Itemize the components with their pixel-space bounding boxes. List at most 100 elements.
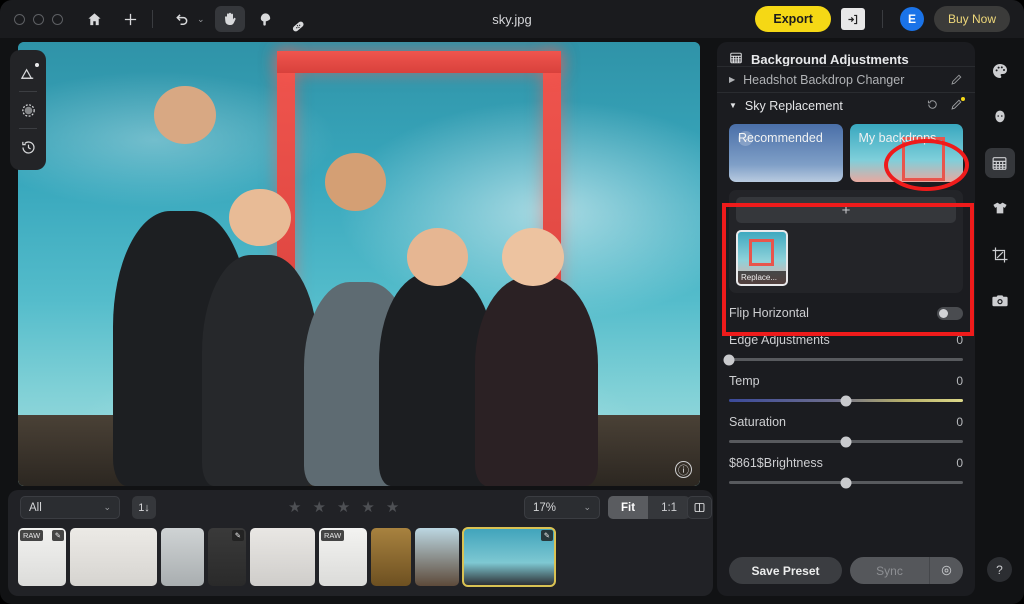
image-canvas[interactable]: ⓘ — [18, 42, 700, 486]
camera-icon[interactable] — [985, 286, 1015, 316]
undo-icon[interactable] — [166, 6, 196, 32]
filmstrip-thumbnail[interactable]: ✎ — [462, 527, 556, 587]
zoom-mode-toggle[interactable]: Fit 1:1 — [608, 496, 691, 519]
canvas-info-icon[interactable]: ⓘ — [675, 461, 692, 478]
rating-stars[interactable]: ★ ★ ★ ★ ★ — [288, 498, 399, 516]
crop-icon[interactable] — [985, 240, 1015, 270]
filmstrip-thumbnail[interactable]: RAW — [319, 528, 367, 586]
backdrop-category-cards: Recommended ⌄ My backdrops — [717, 118, 975, 182]
temp-slider[interactable] — [729, 395, 963, 406]
section-sky-replacement[interactable]: ▼ Sky Replacement — [717, 92, 975, 118]
bandage-icon[interactable] — [287, 6, 317, 32]
control-label: Edge Adjustments — [729, 333, 830, 347]
window-controls[interactable] — [0, 13, 63, 25]
person-5 — [474, 277, 598, 486]
category-my-backdrops[interactable]: My backdrops — [849, 124, 963, 182]
rail-divider-2 — [19, 128, 37, 129]
panel-footer: Save Preset Sync — [729, 557, 963, 584]
sort-order-button[interactable]: 1↓ — [132, 496, 156, 519]
section-headshot-backdrop-changer[interactable]: ▶ Headshot Backdrop Changer — [717, 66, 975, 92]
raw-badge: RAW — [20, 530, 44, 541]
frame-prop-top — [277, 50, 561, 74]
brush-icon[interactable] — [251, 6, 281, 32]
close-window-button[interactable] — [14, 13, 25, 25]
chevron-down-icon: ⌄ — [103, 502, 111, 512]
share-export-icon[interactable] — [840, 8, 865, 30]
compare-view-icon[interactable] — [687, 496, 712, 519]
pencil-icon[interactable] — [950, 96, 965, 114]
edge-adjustments-slider[interactable] — [723, 354, 963, 365]
filmstrip-thumbnail[interactable] — [161, 528, 204, 586]
category-recommended[interactable]: Recommended ⌄ — [729, 124, 843, 182]
background-icon[interactable] — [984, 148, 1015, 178]
filmstrip-thumbnails[interactable]: RAW ✎ ✎ RAW ✎ — [18, 526, 704, 588]
star-1[interactable]: ★ — [288, 498, 301, 516]
backdrop-thumbnail[interactable]: Replace... — [736, 230, 788, 286]
star-2[interactable]: ★ — [312, 498, 325, 516]
minimize-window-button[interactable] — [33, 13, 44, 25]
backdrop-items: Replace... — [736, 230, 956, 286]
add-backdrop-button[interactable]: + — [736, 197, 956, 223]
slider-knob[interactable] — [723, 354, 735, 365]
plus-icon[interactable] — [115, 6, 145, 32]
clothing-icon[interactable] — [985, 194, 1015, 224]
sync-button[interactable]: Sync — [850, 557, 929, 584]
canvas-tool-rail — [10, 50, 46, 170]
control-label: Temp — [729, 374, 760, 388]
control-label: Flip Horizontal — [729, 306, 809, 320]
star-3[interactable]: ★ — [337, 498, 350, 516]
brightness-slider[interactable] — [729, 477, 963, 488]
home-icon[interactable] — [79, 6, 109, 32]
mask-icon[interactable] — [13, 94, 43, 126]
zoom-level-select[interactable]: 17% ⌄ — [524, 496, 600, 519]
chevron-down-icon: ⌄ — [583, 502, 591, 512]
one-to-one-button[interactable]: 1:1 — [648, 496, 690, 519]
slider-knob[interactable] — [840, 436, 852, 447]
filmstrip-thumbnail[interactable]: ✎ — [208, 528, 246, 586]
control-label: Saturation — [729, 415, 786, 429]
sync-group: Sync — [850, 557, 963, 584]
person-4-head — [406, 228, 469, 287]
control-header: Flip Horizontal — [729, 306, 963, 320]
slider-knob[interactable] — [840, 395, 852, 406]
avatar[interactable]: E — [899, 7, 924, 31]
filmstrip-thumbnail[interactable]: RAW ✎ — [18, 528, 66, 586]
face-icon[interactable] — [985, 102, 1015, 132]
filmstrip-thumbnail[interactable] — [250, 528, 315, 586]
backdrop-thumbnail-label: Replace... — [738, 271, 786, 284]
filmstrip-controls: All ⌄ 1↓ ★ ★ ★ ★ ★ 17% ⌄ Fit 1:1 — [8, 496, 713, 524]
slider-knob[interactable] — [840, 477, 852, 488]
filmstrip-thumbnail[interactable] — [371, 528, 411, 586]
filmstrip-thumbnail[interactable] — [70, 528, 157, 586]
control-header: Saturation 0 — [729, 415, 963, 429]
fit-button[interactable]: Fit — [608, 496, 649, 519]
saturation-slider[interactable] — [729, 436, 963, 447]
export-button[interactable]: Export — [755, 6, 831, 32]
filter-select[interactable]: All ⌄ — [20, 496, 120, 519]
reset-icon[interactable] — [926, 98, 939, 114]
star-4[interactable]: ★ — [361, 498, 374, 516]
chevron-right-icon: ▶ — [729, 75, 736, 84]
target-icon[interactable] — [929, 557, 963, 584]
save-preset-button[interactable]: Save Preset — [729, 557, 842, 584]
palette-icon[interactable] — [985, 56, 1015, 86]
right-panel: Background Adjustments ▶ Headshot Backdr… — [717, 42, 975, 596]
undo-dropdown-caret[interactable]: ⌄ — [197, 14, 205, 25]
app-window: ⌄ sky.jpg Export E Buy Now ⓘ All ⌄ 1↓ ★ … — [0, 0, 1024, 604]
control-header: $861$Brightness 0 — [729, 456, 963, 470]
filmstrip-thumbnail[interactable] — [415, 528, 459, 586]
section-actions — [926, 96, 965, 114]
star-5[interactable]: ★ — [386, 498, 399, 516]
history-icon[interactable] — [13, 131, 43, 163]
maximize-window-button[interactable] — [52, 13, 63, 25]
image-adjust-icon[interactable] — [13, 57, 43, 89]
image-adjust-badge — [35, 63, 39, 67]
chevron-down-icon[interactable]: ⌄ — [738, 131, 753, 146]
top-right-actions: Export E Buy Now — [755, 6, 1024, 32]
pencil-icon[interactable] — [950, 73, 963, 86]
rail-divider-1 — [19, 91, 37, 92]
buy-now-button[interactable]: Buy Now — [933, 6, 1010, 32]
flip-horizontal-toggle[interactable] — [937, 306, 963, 320]
help-button[interactable]: ? — [987, 557, 1012, 582]
hand-icon[interactable] — [214, 6, 245, 32]
